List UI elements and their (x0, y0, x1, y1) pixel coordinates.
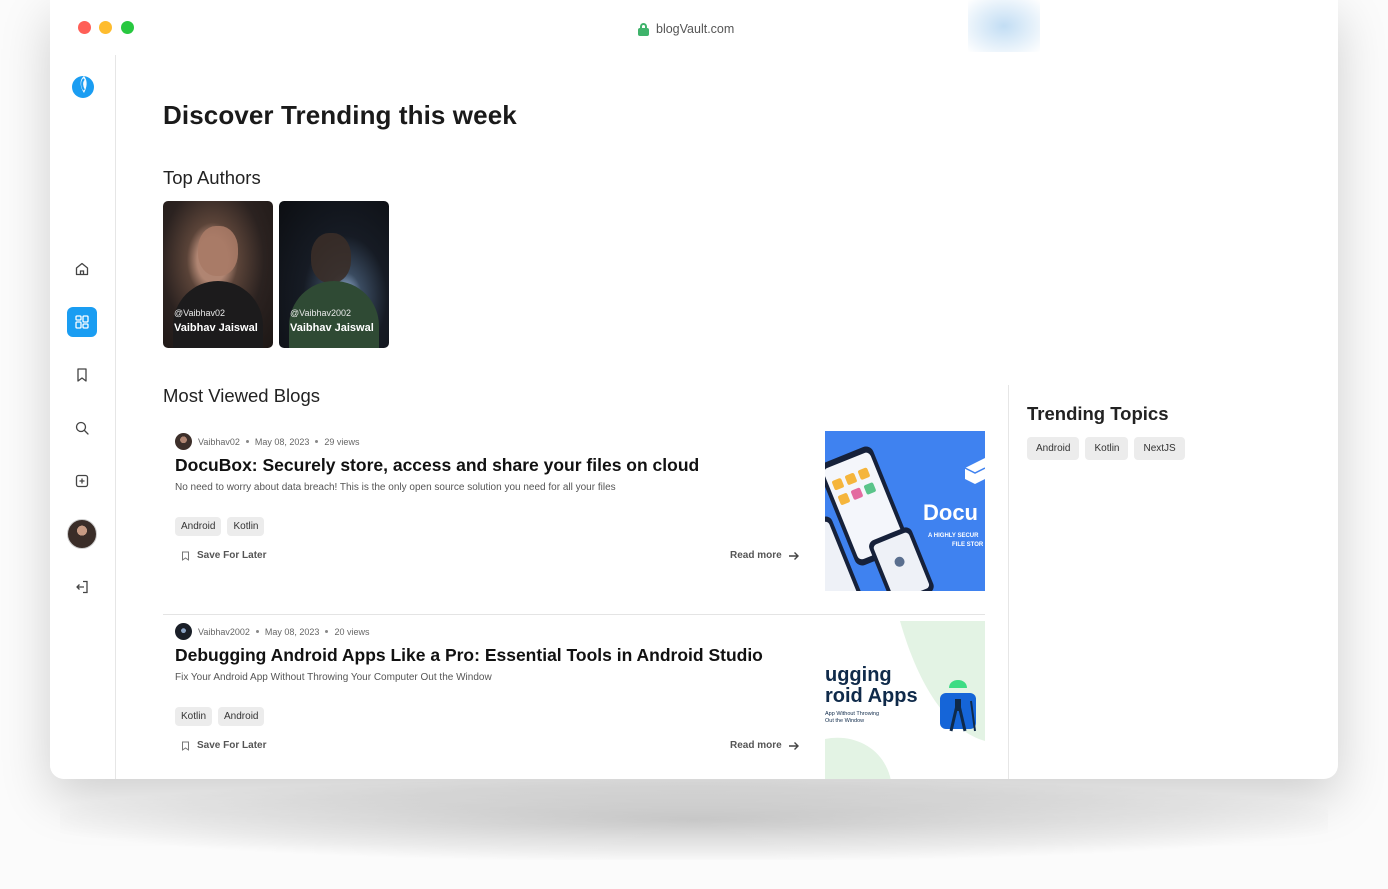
debugging-cover-art: ugging roid Apps App Without Throwing Ou… (825, 621, 985, 779)
blog-views: 29 views (324, 436, 360, 447)
save-label: Save For Later (197, 550, 267, 561)
tag-chip[interactable]: Kotlin (175, 707, 213, 726)
most-viewed-heading: Most Viewed Blogs (163, 385, 320, 406)
blog-date: May 08, 2023 (264, 626, 320, 637)
author-card[interactable]: @Vaibhav02 Vaibhav Jaiswal (163, 201, 273, 348)
author-avatar[interactable] (175, 623, 192, 640)
home-icon (75, 262, 89, 276)
author-photo-face (198, 226, 238, 276)
bookmark-icon (182, 551, 189, 561)
bookmark-icon (182, 741, 189, 751)
save-label: Save For Later (197, 740, 267, 751)
blog-author[interactable]: Vaibhav02 (198, 437, 240, 447)
blog-views: 20 views (334, 626, 370, 637)
meta-separator (245, 440, 249, 443)
meta-separator (325, 630, 329, 633)
page-title: Discover Trending this week (163, 100, 517, 130)
sidebar-item-search[interactable] (67, 413, 97, 443)
close-window-button[interactable] (78, 21, 91, 34)
cover-line-2: roid Apps (825, 685, 918, 707)
author-handle: @Vaibhav2002 (290, 308, 352, 318)
browser-titlebar: blogVault.com (50, 0, 1338, 55)
dashboard-icon (75, 315, 89, 329)
lock-icon (638, 22, 649, 36)
read-more-label: Read more (730, 740, 782, 751)
cover-line-1: ugging (825, 664, 892, 686)
sidebar-item-new-post[interactable] (67, 466, 97, 496)
cover-title: Docu (923, 500, 978, 525)
profile-avatar[interactable] (67, 519, 97, 549)
blog-list: Vaibhav02 May 08, 2023 29 views DocuBox:… (163, 425, 985, 779)
titlebar-glow (968, 0, 1040, 52)
maximize-window-button[interactable] (121, 21, 134, 34)
sidebar-item-explore[interactable] (67, 307, 97, 337)
author-card[interactable]: @Vaibhav2002 Vaibhav Jaiswal (279, 201, 389, 348)
add-square-icon (75, 474, 89, 488)
blog-description: No need to worry about data breach! This… (175, 482, 616, 493)
save-for-later-button[interactable]: Save For Later (181, 740, 266, 751)
top-authors-list: @Vaibhav02 Vaibhav Jaiswal @Vaibhav2002 … (163, 201, 389, 348)
minimize-window-button[interactable] (99, 21, 112, 34)
cover-subtitle-2: FILE STOR (952, 542, 984, 548)
author-handle: @Vaibhav02 (174, 308, 226, 318)
topic-chip[interactable]: Kotlin (1085, 437, 1129, 460)
cover-sub-2: Out the Window (825, 718, 864, 724)
address-bar[interactable]: blogVault.com (638, 20, 734, 38)
blog-tags: Android Kotlin (175, 517, 265, 536)
blog-description: Fix Your Android App Without Throwing Yo… (175, 672, 492, 683)
blog-card[interactable]: Vaibhav2002 May 08, 2023 20 views Debugg… (163, 615, 985, 779)
tag-chip[interactable]: Android (175, 517, 222, 536)
save-for-later-button[interactable]: Save For Later (181, 550, 266, 561)
author-photo-face (311, 233, 351, 283)
topic-chip[interactable]: NextJS (1134, 437, 1185, 460)
sidebar-item-home[interactable] (67, 254, 97, 284)
blog-title[interactable]: Debugging Android Apps Like a Pro: Essen… (175, 645, 763, 666)
docubox-cover-art: Docu A HIGHLY SECUR FILE STOR (825, 431, 985, 591)
arrow-right-icon (788, 741, 799, 750)
blog-tags: Kotlin Android (175, 707, 265, 726)
read-more-label: Read more (730, 550, 782, 561)
blog-meta: Vaibhav02 May 08, 2023 29 views (175, 433, 359, 450)
bookmark-icon (77, 368, 87, 382)
blog-title[interactable]: DocuBox: Securely store, access and shar… (175, 455, 699, 476)
cover-subtitle-1: A HIGHLY SECUR (928, 533, 979, 539)
main-content: Discover Trending this week Top Authors … (116, 55, 1338, 779)
tag-chip[interactable]: Android (218, 707, 265, 726)
sidebar (50, 55, 116, 779)
cover-sub-1: App Without Throwing (825, 711, 879, 717)
author-avatar[interactable] (175, 433, 192, 450)
blog-thumbnail[interactable]: ugging roid Apps App Without Throwing Ou… (825, 621, 985, 779)
author-name: Vaibhav Jaiswal (290, 322, 374, 334)
meta-separator (315, 440, 319, 443)
read-more-link[interactable]: Read more (730, 740, 800, 751)
sidebar-item-logout[interactable] (67, 572, 97, 602)
top-authors-heading: Top Authors (163, 167, 261, 188)
read-more-link[interactable]: Read more (730, 550, 800, 561)
blogvault-logo[interactable] (70, 73, 96, 99)
window-shadow (60, 780, 1328, 860)
logout-icon (76, 580, 88, 594)
trending-topics-list: Android Kotlin NextJS (1027, 437, 1185, 460)
tag-chip[interactable]: Kotlin (227, 517, 265, 536)
blog-meta: Vaibhav2002 May 08, 2023 20 views (175, 623, 369, 640)
sidebar-item-bookmarks[interactable] (67, 360, 97, 390)
blog-thumbnail[interactable]: Docu A HIGHLY SECUR FILE STOR (825, 431, 985, 591)
blog-card[interactable]: Vaibhav02 May 08, 2023 29 views DocuBox:… (163, 425, 985, 615)
arrow-right-icon (788, 551, 799, 560)
search-icon (75, 421, 89, 435)
topic-chip[interactable]: Android (1027, 437, 1080, 460)
column-divider (1008, 385, 1009, 779)
browser-window: blogVault.com Discover Trending this wee… (50, 0, 1338, 779)
blog-date: May 08, 2023 (254, 436, 310, 447)
author-name: Vaibhav Jaiswal (174, 322, 258, 334)
url-text: blogVault.com (656, 22, 735, 36)
blog-author[interactable]: Vaibhav2002 (198, 627, 250, 637)
meta-separator (255, 630, 259, 633)
trending-topics-heading: Trending Topics (1027, 403, 1169, 424)
